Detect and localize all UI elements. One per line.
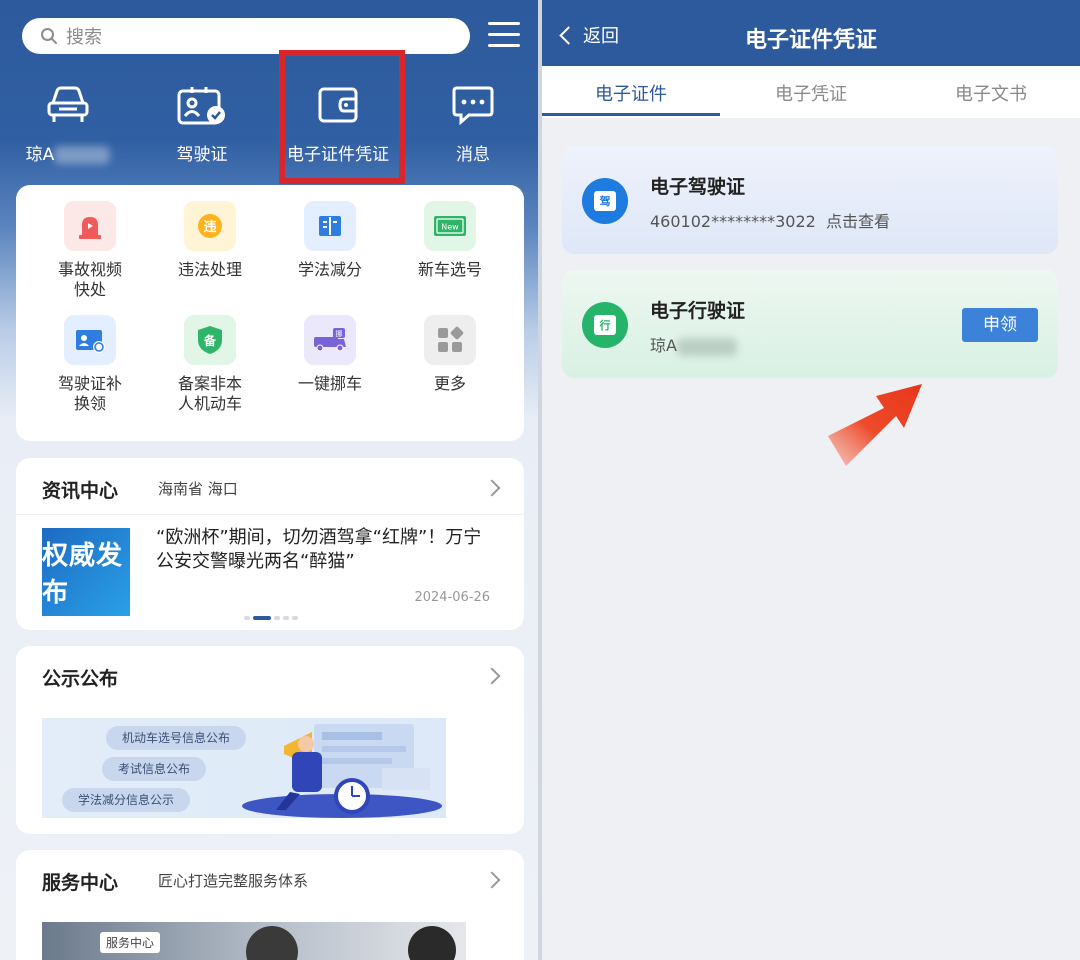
svg-text:备: 备: [203, 333, 217, 348]
service-label: 一键挪车: [297, 374, 362, 393]
service-label: 学法减分: [297, 260, 362, 279]
service-license-renew[interactable]: 驾驶证补 换领: [30, 315, 150, 414]
cert-vehicle-license[interactable]: 行 电子行驶证 琼A 申领: [562, 270, 1058, 378]
publish-title: 公示公布: [42, 668, 119, 690]
license-icon: [172, 80, 232, 130]
service-label: 新车选号: [417, 260, 482, 279]
nav-label-messages: 消息: [456, 145, 490, 165]
chevron-right-icon[interactable]: [483, 667, 501, 685]
search-icon: [41, 28, 57, 44]
news-location: 海南省 海口: [158, 480, 238, 498]
tab-e-certificates[interactable]: 电子证件: [542, 80, 720, 106]
search-input[interactable]: 搜索: [22, 18, 470, 54]
publish-card[interactable]: 公示公布 机动车选号信息公布 考试信息公布 学法减分信息公示: [16, 646, 524, 834]
book-icon: [304, 201, 356, 251]
cert-title: 电子行驶证: [650, 300, 746, 322]
nav-item-vehicle[interactable]: 琼A: [8, 80, 128, 165]
carousel-dots: [244, 616, 298, 620]
megaphone-illustration: [242, 724, 442, 818]
service-violation[interactable]: 违 违法处理: [150, 201, 270, 280]
nav-item-license[interactable]: 驾驶证: [142, 80, 262, 165]
chevron-right-icon[interactable]: [483, 871, 501, 889]
message-icon: [443, 80, 503, 130]
service-more[interactable]: 更多: [390, 315, 510, 394]
svg-text:New: New: [441, 223, 459, 232]
highlight-box: [279, 50, 405, 184]
plate-redaction: [54, 146, 111, 164]
service-center-tag: 服务中心: [100, 932, 161, 953]
pill-exam-info[interactable]: 考试信息公布: [102, 757, 207, 781]
menu-icon[interactable]: [488, 22, 520, 50]
service-center-card[interactable]: 服务中心 匠心打造完整服务体系 服务中心: [16, 850, 524, 960]
svg-text:挪: 挪: [336, 329, 343, 338]
new-plate-icon: New: [424, 201, 476, 251]
tab-e-documents[interactable]: 电子文书: [902, 80, 1080, 106]
news-title: 资讯中心: [42, 480, 119, 502]
arrow-pointer-icon: [828, 384, 922, 466]
nav-label-vehicle: 琼A: [25, 145, 55, 165]
cert-title: 电子驾驶证: [650, 176, 746, 198]
top-nav: 琼A 驾驶证 电子证件凭证 消息: [0, 80, 538, 180]
service-label: 更多: [433, 374, 466, 393]
service-label: 驾驶证补 换领: [57, 374, 122, 413]
header-bar: 返回 电子证件凭证: [542, 0, 1080, 66]
cert-subtitle: 460102********3022 点击查看: [650, 212, 890, 231]
search-placeholder: 搜索: [66, 27, 102, 48]
plate-redaction: [676, 337, 737, 356]
nav-item-messages[interactable]: 消息: [413, 80, 533, 165]
service-center-banner[interactable]: 服务中心: [42, 922, 466, 960]
siren-icon: [64, 201, 116, 251]
service-move-car[interactable]: 挪 一键挪车: [270, 315, 390, 394]
apply-button[interactable]: 申领: [962, 308, 1038, 342]
service-new-plate[interactable]: New 新车选号: [390, 201, 510, 280]
service-label: 备案非本 人机动车: [177, 374, 242, 413]
shield-icon: 备: [184, 315, 236, 365]
pill-plate-selection[interactable]: 机动车选号信息公布: [106, 726, 247, 750]
license-renew-icon: [64, 315, 116, 365]
service-label: 违法处理: [177, 260, 242, 279]
service-center-subtitle: 匠心打造完整服务体系: [158, 872, 309, 890]
tab-bar: 电子证件 电子凭证 电子文书: [542, 66, 1080, 118]
home-screen: 搜索 琼A 驾驶证 电子证件凭证 消息 事故视频 快处 违 违法处理 学法减分 …: [0, 0, 538, 960]
svg-text:违: 违: [203, 219, 216, 235]
news-card[interactable]: 资讯中心 海南省 海口 权威发布 “欧洲杯”期间，切勿酒驾拿“红牌”！万宁公安交…: [16, 458, 524, 630]
news-thumbnail[interactable]: 权威发布: [42, 528, 130, 616]
staff-illustration: [246, 926, 456, 960]
news-headline[interactable]: “欧洲杯”期间，切勿酒驾拿“红牌”！万宁公安交警曝光两名“醉猫”: [156, 526, 496, 574]
pill-study-deduct[interactable]: 学法减分信息公示: [62, 788, 191, 812]
page-title: 电子证件凭证: [744, 28, 877, 53]
news-date: 2024-06-26: [414, 590, 490, 605]
car-icon: [38, 80, 98, 130]
publish-banner[interactable]: 机动车选号信息公布 考试信息公布 学法减分信息公示: [42, 718, 446, 818]
cert-subtitle: 琼A: [650, 332, 737, 356]
tab-e-vouchers[interactable]: 电子凭证: [722, 80, 900, 106]
service-study-deduct[interactable]: 学法减分: [270, 201, 390, 280]
violation-icon: 违: [184, 201, 236, 251]
chevron-right-icon[interactable]: [483, 479, 501, 497]
service-label: 事故视频 快处: [57, 260, 122, 299]
cert-driving-license[interactable]: 驾 电子驾驶证 460102********3022 点击查看: [562, 146, 1058, 254]
divider: [16, 514, 524, 515]
service-register-vehicle[interactable]: 备 备案非本 人机动车: [150, 315, 270, 414]
service-accident-video[interactable]: 事故视频 快处: [30, 201, 150, 300]
vehicle-license-icon: 行: [582, 302, 628, 348]
nav-label-license: 驾驶证: [176, 145, 228, 165]
service-center-title: 服务中心: [42, 872, 119, 894]
tow-truck-icon: 挪: [304, 315, 356, 365]
driving-license-icon: 驾: [582, 178, 628, 224]
tab-underline: [542, 113, 720, 116]
e-certificates-screen: 返回 电子证件凭证 电子证件 电子凭证 电子文书 驾 电子驾驶证 460102*…: [542, 0, 1080, 960]
more-grid-icon: [424, 315, 476, 365]
services-card: 事故视频 快处 违 违法处理 学法减分 New 新车选号 驾驶证补 换领 备 备…: [16, 185, 524, 441]
